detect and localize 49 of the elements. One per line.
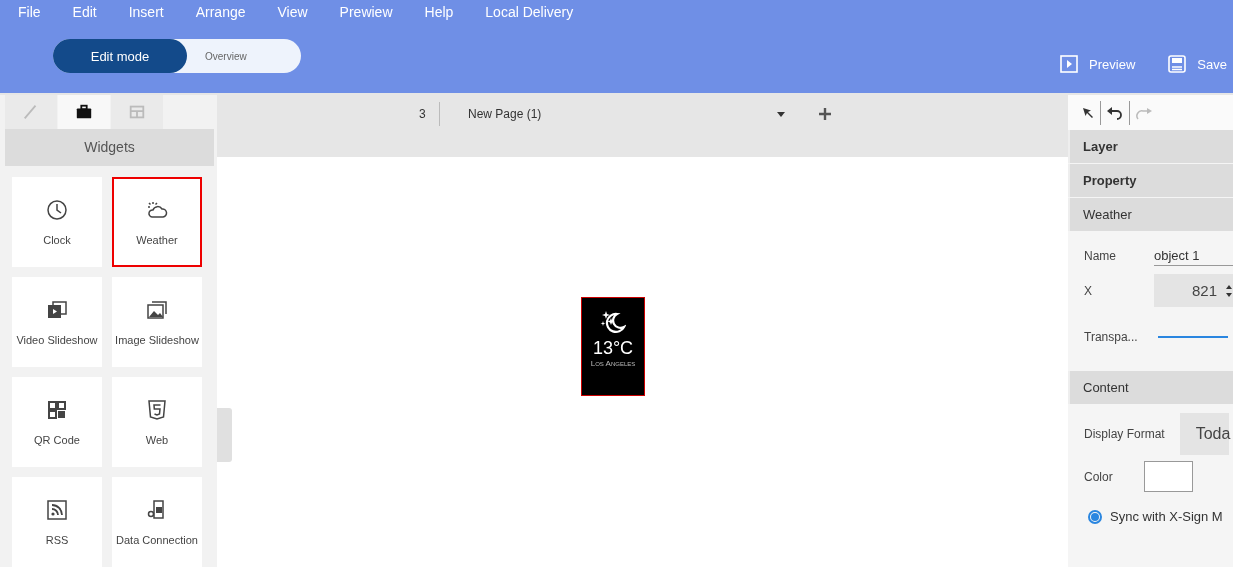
collapse-handle[interactable] [217,408,232,462]
html5-icon [145,398,169,422]
panel-header: Widgets [5,129,214,166]
section-header[interactable]: Content [1068,371,1233,404]
temperature: 13°C [592,338,634,359]
field-label: Name [1084,249,1117,263]
image-slides-icon [145,298,169,322]
widget-tile[interactable]: Clock [12,177,102,267]
radio-icon[interactable] [1088,509,1102,524]
widget-tile[interactable]: Video Slideshow [12,277,102,367]
section-header[interactable]: Property [1068,164,1233,197]
pointer-icon[interactable] [1081,105,1095,120]
sync-radio[interactable]: Sync with X-Sign M [1068,508,1233,525]
field-label: Color [1084,469,1113,484]
save-icon [1167,54,1188,74]
widget-tile[interactable]: RSS [12,477,102,567]
widget-tile[interactable]: Data Connection [112,477,202,567]
mode-tab[interactable]: Overview [187,39,301,73]
format-dropdown[interactable]: Toda [1179,413,1229,455]
briefcase-icon [75,103,93,121]
play-icon [1059,54,1080,74]
rss-icon [45,498,69,522]
section-header[interactable]: Weather [1068,198,1233,231]
spinner-icon[interactable] [1225,283,1233,298]
field-label: X [1084,283,1093,298]
color-field[interactable] [1143,461,1193,492]
page-count: 3 [419,107,427,121]
plus-icon[interactable] [819,108,832,120]
field-label: Display Format [1084,427,1165,441]
qr-code-icon [45,398,69,422]
widget-tile[interactable]: QR Code [12,377,102,467]
undo-icon[interactable] [1106,104,1124,121]
layout-icon [128,103,146,121]
widget-tile[interactable]: Weather [112,177,202,267]
widget-tile[interactable]: Web [112,377,202,467]
sidebar-tab[interactable] [58,95,110,129]
caret-icon[interactable] [777,111,786,117]
widget-tile[interactable]: Image Slideshow [112,277,202,367]
number-field[interactable]: 821 [1154,274,1233,307]
weather-widget[interactable]: 13°C Los Angeles [581,297,645,396]
clock-icon [45,198,69,222]
name-field[interactable]: object 1 [1154,246,1233,266]
mode-toggle[interactable]: Edit mode Overview [53,39,301,73]
field-label: Transpa... [1084,330,1139,344]
page-selector[interactable]: New Page (1) [468,107,542,121]
mode-tab[interactable]: Edit mode [53,39,187,73]
section-header[interactable]: Layer [1068,130,1233,163]
city-name: Los Angeles [590,359,636,368]
moon-stars-icon [600,310,626,334]
